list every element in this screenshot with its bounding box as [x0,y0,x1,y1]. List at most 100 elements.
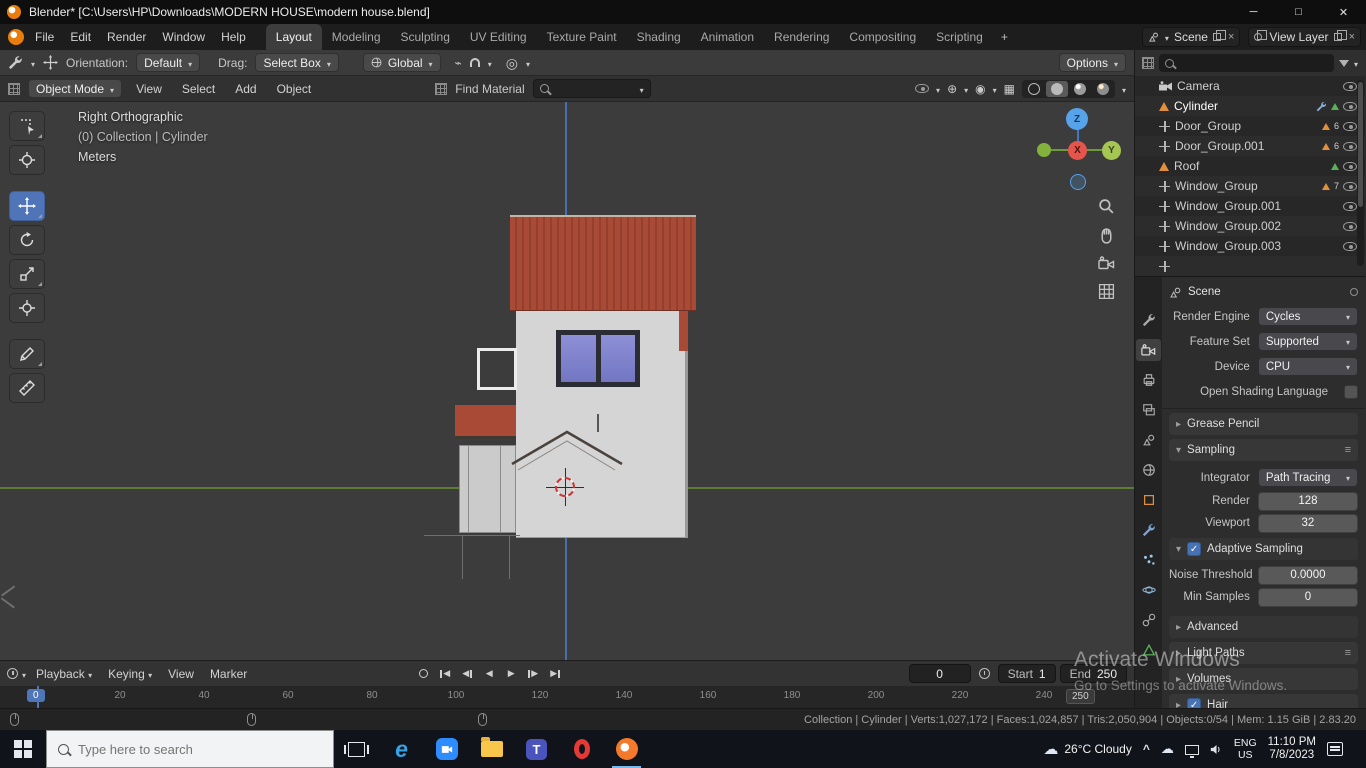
taskbar-clock[interactable]: 11:10 PM 7/8/2023 [1268,736,1316,762]
overlays-caret-icon[interactable] [993,82,997,96]
playback-menu[interactable]: Playback [30,664,98,684]
use-preview-range-icon[interactable] [978,668,990,679]
workspace-tab-animation[interactable]: Animation [691,24,764,50]
tab-render-icon[interactable] [1136,339,1161,361]
play-reverse-button[interactable]: ◀ [480,665,498,682]
taskbar-search[interactable] [46,730,334,768]
rotate-tool[interactable] [9,225,45,255]
outliner-item-window-group-001[interactable]: Window_Group.001 [1135,196,1365,216]
snap-settings-caret-icon[interactable] [488,56,492,70]
visibility-caret-icon[interactable] [936,82,940,96]
menu-window[interactable]: Window [154,26,213,48]
presets-menu-icon[interactable] [1345,444,1351,456]
pin-icon[interactable] [1350,288,1358,296]
jump-to-end-button[interactable]: ▶ [546,665,564,682]
timeline-editor-caret-icon[interactable] [22,667,26,681]
integrator-dropdown[interactable]: Path Tracing [1257,468,1358,487]
new-scene-icon[interactable] [1212,30,1226,41]
move-widget-icon[interactable] [43,55,59,70]
tab-physics-icon[interactable] [1136,579,1161,601]
play-button[interactable]: ▶ [502,665,520,682]
select-menu[interactable]: Select [176,79,221,99]
tab-modifiers-icon[interactable] [1136,519,1161,541]
gizmos-caret-icon[interactable] [964,82,968,96]
shading-material-button[interactable] [1069,81,1091,97]
viewport-3d[interactable]: Right Orthographic (0) Collection | Cyli… [0,102,1134,660]
tab-tool-icon[interactable] [1136,309,1161,331]
osl-checkbox[interactable] [1344,384,1358,399]
blender-menu-icon[interactable] [8,29,24,45]
gizmo-neg-y-ball[interactable] [1037,143,1051,157]
blender-taskbar-button[interactable] [604,730,649,768]
feature-set-dropdown[interactable]: Supported [1257,332,1358,351]
pan-hand-icon[interactable] [1098,227,1115,244]
shading-rendered-button[interactable] [1092,81,1114,97]
file-explorer-button[interactable] [469,730,514,768]
visibility-eye-icon[interactable] [1343,101,1357,111]
tab-constraints-icon[interactable] [1136,609,1161,631]
editor-type-icon[interactable] [8,82,20,95]
unlink-scene-icon[interactable]: × [1228,31,1234,43]
start-button[interactable] [0,730,46,768]
jump-to-start-button[interactable]: ◀ [436,665,454,682]
noise-threshold-field[interactable]: 0.0000 [1257,565,1358,585]
tab-scene-icon[interactable] [1136,429,1161,451]
outliner-item-door-group[interactable]: Door_Group 6 [1135,116,1365,136]
task-view-button[interactable] [334,730,379,768]
minimize-button[interactable]: ─ [1231,0,1276,24]
shading-wireframe-button[interactable] [1023,81,1045,97]
outliner-item-window-group[interactable]: Window_Group 7 [1135,176,1365,196]
weather-widget[interactable]: ☁ 26°C Cloudy [1043,740,1132,758]
device-dropdown[interactable]: CPU [1257,357,1358,376]
camera-view-icon[interactable] [1097,256,1115,271]
tool-caret-icon[interactable] [31,56,35,70]
tab-object-data-icon[interactable] [1136,639,1161,661]
workspace-tab-uv-editing[interactable]: UV Editing [460,24,537,50]
proportional-edit-icon[interactable]: ◎ [506,56,518,70]
add-menu[interactable]: Add [229,79,262,99]
filter-icon[interactable] [1338,59,1349,67]
viewport-samples-field[interactable]: 32 [1257,513,1358,533]
workspace-tab-texture-paint[interactable]: Texture Paint [537,24,627,50]
outliner-item-camera[interactable]: Camera [1135,76,1365,96]
render-engine-dropdown[interactable]: Cycles [1257,307,1358,326]
onedrive-icon[interactable]: ☁ [1161,741,1174,757]
gizmo-z-ball[interactable]: Z [1066,108,1088,130]
menu-render[interactable]: Render [99,26,154,48]
visibility-eye-icon[interactable] [1343,161,1357,171]
marker-menu[interactable]: Marker [204,664,253,684]
start-frame-field[interactable]: Start 1 [997,664,1056,683]
visibility-eye-icon[interactable] [1343,121,1357,131]
gizmos-toggle-icon[interactable]: ⊕ [947,83,957,95]
visibility-eye-icon[interactable] [1343,221,1357,231]
outliner-item-partial[interactable] [1135,256,1365,276]
material-search-field[interactable] [532,79,651,98]
navigation-gizmo[interactable]: Z Y X [1032,104,1124,196]
taskbar-search-input[interactable] [78,741,288,757]
new-view-layer-icon[interactable] [1333,30,1347,41]
menu-file[interactable]: File [27,26,62,48]
menu-help[interactable]: Help [213,26,254,48]
snap-magnet-icon[interactable] [469,58,480,67]
proportional-caret-icon[interactable] [526,56,530,70]
outliner-item-window-group-003[interactable]: Window_Group.003 [1135,236,1365,256]
visibility-eye-icon[interactable] [1343,241,1357,251]
network-icon[interactable] [1184,745,1199,758]
teams-button[interactable]: T [514,730,559,768]
outliner-scrollbar[interactable] [1357,80,1364,266]
workspace-tab-rendering[interactable]: Rendering [764,24,839,50]
tab-particles-icon[interactable] [1136,549,1161,571]
scale-tool[interactable] [9,259,45,289]
gizmo-x-ball[interactable]: X [1068,141,1087,160]
xray-toggle-icon[interactable]: ▦ [1004,83,1015,95]
close-button[interactable]: ✕ [1321,0,1366,24]
adaptive-sampling-checkbox[interactable] [1187,542,1202,556]
auto-keyframe-icon[interactable] [414,665,432,682]
annotate-tool[interactable] [9,339,45,369]
outliner-item-window-group-002[interactable]: Window_Group.002 [1135,216,1365,236]
gizmo-y-ball[interactable]: Y [1102,141,1121,160]
tab-object-icon[interactable] [1136,489,1161,511]
overlays-toggle-icon[interactable]: ◉ [975,83,985,95]
select-box-tool[interactable] [9,111,45,141]
edge-button[interactable]: e [379,730,424,768]
